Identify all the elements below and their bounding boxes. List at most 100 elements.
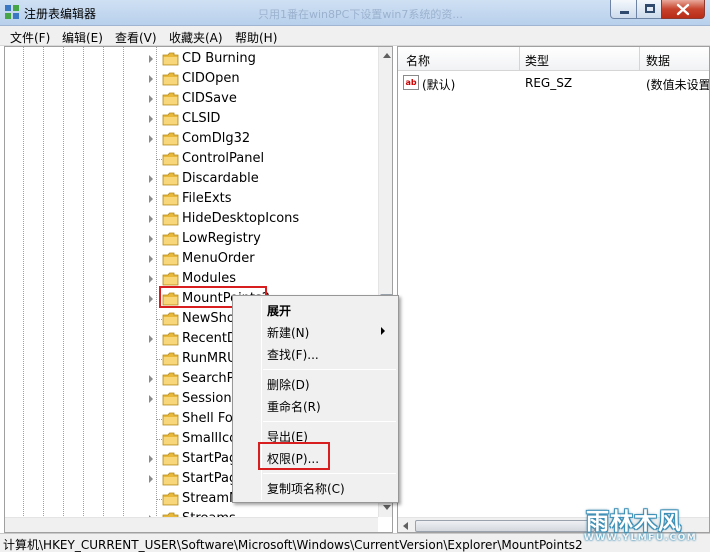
tree-item[interactable]: ComDlg32 bbox=[5, 129, 377, 149]
maximize-button[interactable] bbox=[636, 0, 662, 19]
tree-item[interactable]: CLSID bbox=[5, 109, 377, 129]
menu-view[interactable]: 查看(V) bbox=[115, 29, 157, 46]
permissions-highlight bbox=[258, 442, 330, 470]
close-icon bbox=[676, 3, 690, 16]
menu-favorites[interactable]: 收藏夹(A) bbox=[169, 29, 223, 46]
tree-item-label: Discardable bbox=[182, 171, 259, 186]
menu-item-expand[interactable]: 展开 bbox=[267, 302, 291, 319]
expand-arrow-icon[interactable] bbox=[149, 175, 153, 183]
folder-icon bbox=[162, 172, 179, 186]
expand-arrow-icon[interactable] bbox=[149, 75, 153, 83]
folder-icon bbox=[162, 252, 179, 266]
tree-item-label: ControlPanel bbox=[182, 151, 265, 166]
tree-item[interactable]: HideDesktopIcons bbox=[5, 209, 377, 229]
scroll-up-icon[interactable] bbox=[383, 53, 391, 58]
folder-icon bbox=[162, 212, 179, 226]
tree-item[interactable]: CD Burning bbox=[5, 49, 377, 69]
menu-item-new[interactable]: 新建(N) bbox=[267, 324, 309, 341]
value-name: (默认) bbox=[422, 78, 456, 92]
value-type: REG_SZ bbox=[525, 76, 573, 90]
folder-icon bbox=[162, 72, 179, 86]
column-name[interactable]: 名称 bbox=[406, 52, 430, 69]
expand-arrow-icon[interactable] bbox=[149, 375, 153, 383]
menu-help[interactable]: 帮助(H) bbox=[235, 29, 277, 46]
menu-file[interactable]: 文件(F) bbox=[10, 29, 50, 46]
minimize-button[interactable] bbox=[610, 0, 637, 19]
expand-arrow-icon[interactable] bbox=[149, 475, 153, 483]
expand-arrow-icon[interactable] bbox=[149, 295, 153, 303]
tree-item[interactable]: CIDOpen bbox=[5, 69, 377, 89]
background-window-title: 只用1番在win8PC下设置win7系统的资... bbox=[258, 8, 463, 21]
folder-icon bbox=[162, 452, 179, 466]
registry-editor-icon bbox=[5, 5, 19, 19]
tree-item[interactable]: ControlPanel bbox=[5, 149, 377, 169]
folder-icon bbox=[162, 332, 179, 346]
tree-item[interactable]: CIDSave bbox=[5, 89, 377, 109]
folder-icon bbox=[162, 92, 179, 106]
folder-icon bbox=[162, 392, 179, 406]
folder-icon bbox=[162, 52, 179, 66]
menu-separator bbox=[263, 369, 396, 370]
expand-arrow-icon[interactable] bbox=[149, 235, 153, 243]
tree-item-label: CLSID bbox=[182, 111, 221, 126]
expand-arrow-icon[interactable] bbox=[149, 215, 153, 223]
column-data[interactable]: 数据 bbox=[646, 52, 670, 69]
string-value-icon: ab bbox=[403, 75, 419, 90]
watermark-brand: 雨林木风 bbox=[586, 509, 682, 535]
tree-item-label: CIDSave bbox=[182, 91, 237, 106]
tree-item-label: RunMRU bbox=[182, 351, 237, 366]
tree-item[interactable]: Discardable bbox=[5, 169, 377, 189]
window-title: 注册表编辑器 bbox=[24, 7, 97, 21]
column-divider[interactable] bbox=[519, 47, 520, 71]
expand-arrow-icon[interactable] bbox=[149, 195, 153, 203]
list-scroll-thumb[interactable] bbox=[415, 520, 595, 532]
folder-icon bbox=[162, 132, 179, 146]
tree-horizontal-scrollbar[interactable] bbox=[5, 517, 378, 532]
menu-edit[interactable]: 编辑(E) bbox=[62, 29, 103, 46]
folder-icon bbox=[162, 272, 179, 286]
close-button[interactable] bbox=[661, 0, 705, 19]
scroll-left-icon[interactable] bbox=[403, 522, 408, 530]
submenu-arrow-icon bbox=[381, 327, 385, 335]
expand-arrow-icon[interactable] bbox=[149, 455, 153, 463]
tree-item-label: MenuOrder bbox=[182, 251, 255, 266]
column-type[interactable]: 类型 bbox=[525, 52, 549, 69]
folder-icon bbox=[162, 312, 179, 326]
menu-item-rename[interactable]: 重命名(R) bbox=[267, 398, 321, 415]
tree-item-label: HideDesktopIcons bbox=[182, 211, 300, 226]
expand-arrow-icon[interactable] bbox=[149, 115, 153, 123]
menu-separator bbox=[263, 421, 396, 422]
folder-icon bbox=[162, 492, 179, 506]
value-row[interactable]: ab (默认) REG_SZ (数值未设置) bbox=[398, 73, 710, 93]
expand-arrow-icon[interactable] bbox=[149, 95, 153, 103]
menu-item-copy-key-name[interactable]: 复制项名称(C) bbox=[267, 480, 345, 497]
scroll-down-icon[interactable] bbox=[383, 505, 391, 510]
values-list[interactable]: 名称 类型 数据 ab (默认) REG_SZ (数值未设置) bbox=[397, 46, 710, 533]
expand-arrow-icon[interactable] bbox=[149, 275, 153, 283]
tree-item-label: LowRegistry bbox=[182, 231, 261, 246]
tree-item[interactable]: MenuOrder bbox=[5, 249, 377, 269]
column-divider[interactable] bbox=[639, 47, 640, 71]
tree-item-label: CD Burning bbox=[182, 51, 256, 66]
list-header: 名称 类型 数据 bbox=[398, 47, 709, 71]
status-path: 计算机\HKEY_CURRENT_USER\Software\Microsoft… bbox=[3, 538, 583, 552]
menu-item-delete[interactable]: 删除(D) bbox=[267, 376, 310, 393]
minimize-icon bbox=[620, 11, 629, 14]
value-data: (数值未设置) bbox=[646, 78, 710, 92]
folder-icon bbox=[162, 472, 179, 486]
folder-icon bbox=[162, 232, 179, 246]
tree-item[interactable]: LowRegistry bbox=[5, 229, 377, 249]
folder-icon bbox=[162, 352, 179, 366]
expand-arrow-icon[interactable] bbox=[149, 255, 153, 263]
expand-arrow-icon[interactable] bbox=[149, 55, 153, 63]
expand-arrow-icon[interactable] bbox=[149, 135, 153, 143]
menu-item-find[interactable]: 查找(F)... bbox=[267, 346, 319, 363]
context-menu: 展开 新建(N) 查找(F)... 删除(D) 重命名(R) 导出(E) 权限(… bbox=[232, 295, 399, 503]
tree-item-label: FileExts bbox=[182, 191, 232, 206]
maximize-icon bbox=[645, 4, 655, 13]
expand-arrow-icon[interactable] bbox=[149, 335, 153, 343]
expand-arrow-icon[interactable] bbox=[149, 395, 153, 403]
tree-item-label: CIDOpen bbox=[182, 71, 240, 86]
tree-item[interactable]: FileExts bbox=[5, 189, 377, 209]
folder-icon bbox=[162, 112, 179, 126]
